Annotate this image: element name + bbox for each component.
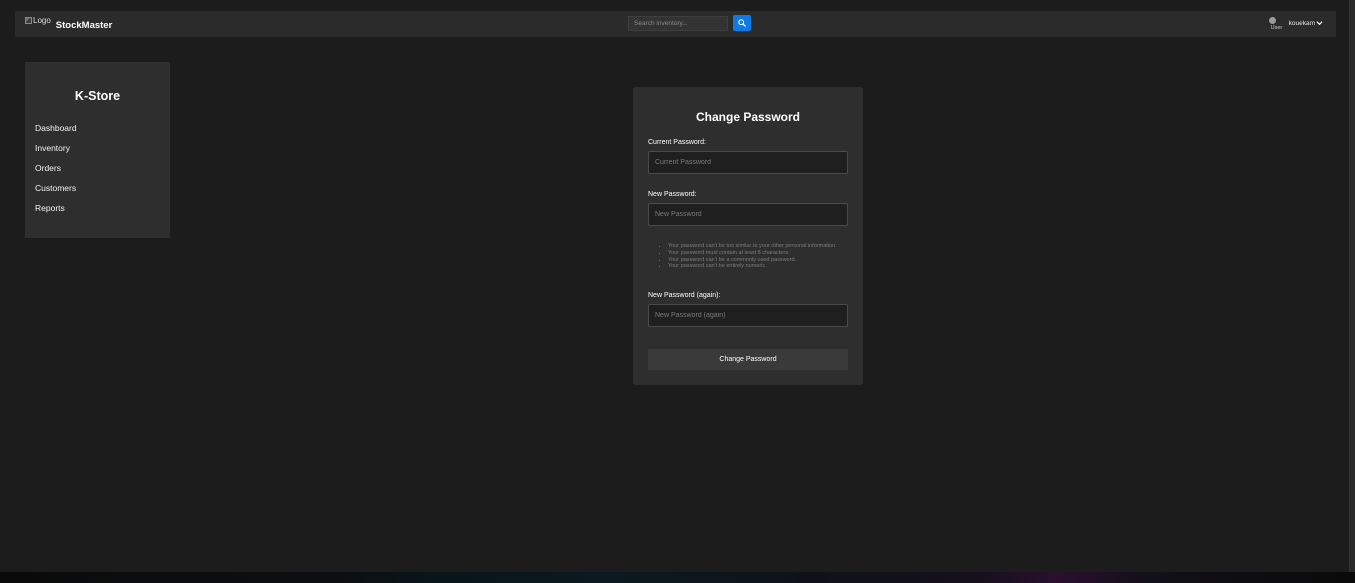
- avatar: User: [1268, 17, 1283, 32]
- form-title: Change Password: [695, 110, 801, 124]
- search-input[interactable]: [628, 16, 728, 31]
- search-button[interactable]: [733, 15, 751, 31]
- sidebar-title: K-Store: [74, 89, 121, 103]
- logo-image: Logo: [25, 17, 51, 25]
- broken-image-icon: [25, 17, 32, 24]
- sidebar: K-Store Dashboard Inventory Orders Custo…: [25, 62, 170, 238]
- sidebar-item-dashboard[interactable]: Dashboard: [35, 123, 77, 143]
- sidebar-item-inventory[interactable]: Inventory: [35, 143, 77, 163]
- search-icon: [738, 19, 746, 27]
- sidebar-item-reports[interactable]: Reports: [35, 203, 77, 223]
- sidebar-item-orders[interactable]: Orders: [35, 163, 77, 183]
- page: Logo StockMaster User kouekam: [0, 0, 1355, 583]
- sidebar-item-customers[interactable]: Customers: [35, 183, 77, 203]
- current-password-field[interactable]: [648, 151, 848, 174]
- new-password-field[interactable]: [648, 203, 848, 226]
- chevron-down-icon: [1316, 21, 1323, 26]
- user-menu[interactable]: User kouekam: [1268, 17, 1323, 32]
- search-form: [628, 15, 751, 31]
- sidebar-nav: Dashboard Inventory Orders Customers Rep…: [35, 123, 77, 223]
- help-item: Your password can't be entirely numeric.: [668, 263, 858, 270]
- help-item: Your password can't be too similar to yo…: [668, 243, 858, 250]
- scrollbar[interactable]: [1349, 0, 1355, 572]
- avatar-alt-text: User: [1270, 25, 1283, 31]
- brand-link[interactable]: Logo StockMaster: [25, 17, 112, 31]
- current-password-label: Current Password:: [648, 139, 706, 146]
- new-password-label: New Password:: [648, 191, 697, 198]
- bottom-strip: [0, 572, 1355, 583]
- help-item: Your password must contain at least 8 ch…: [668, 250, 858, 257]
- logo-alt-text: Logo: [33, 16, 51, 25]
- help-item: Your password can't be a commonly used p…: [668, 257, 858, 264]
- password-help-list: Your password can't be too similar to yo…: [658, 243, 858, 270]
- brand-name: StockMaster: [55, 20, 113, 31]
- change-password-card: Change Password Current Password: New Pa…: [633, 87, 863, 385]
- change-password-button[interactable]: Change Password: [648, 349, 848, 370]
- confirm-password-label: New Password (again):: [648, 292, 721, 299]
- top-navbar: Logo StockMaster User kouekam: [15, 11, 1336, 37]
- username: kouekam: [1288, 20, 1315, 27]
- confirm-password-field[interactable]: [648, 304, 848, 327]
- broken-image-icon: [1268, 17, 1276, 24]
